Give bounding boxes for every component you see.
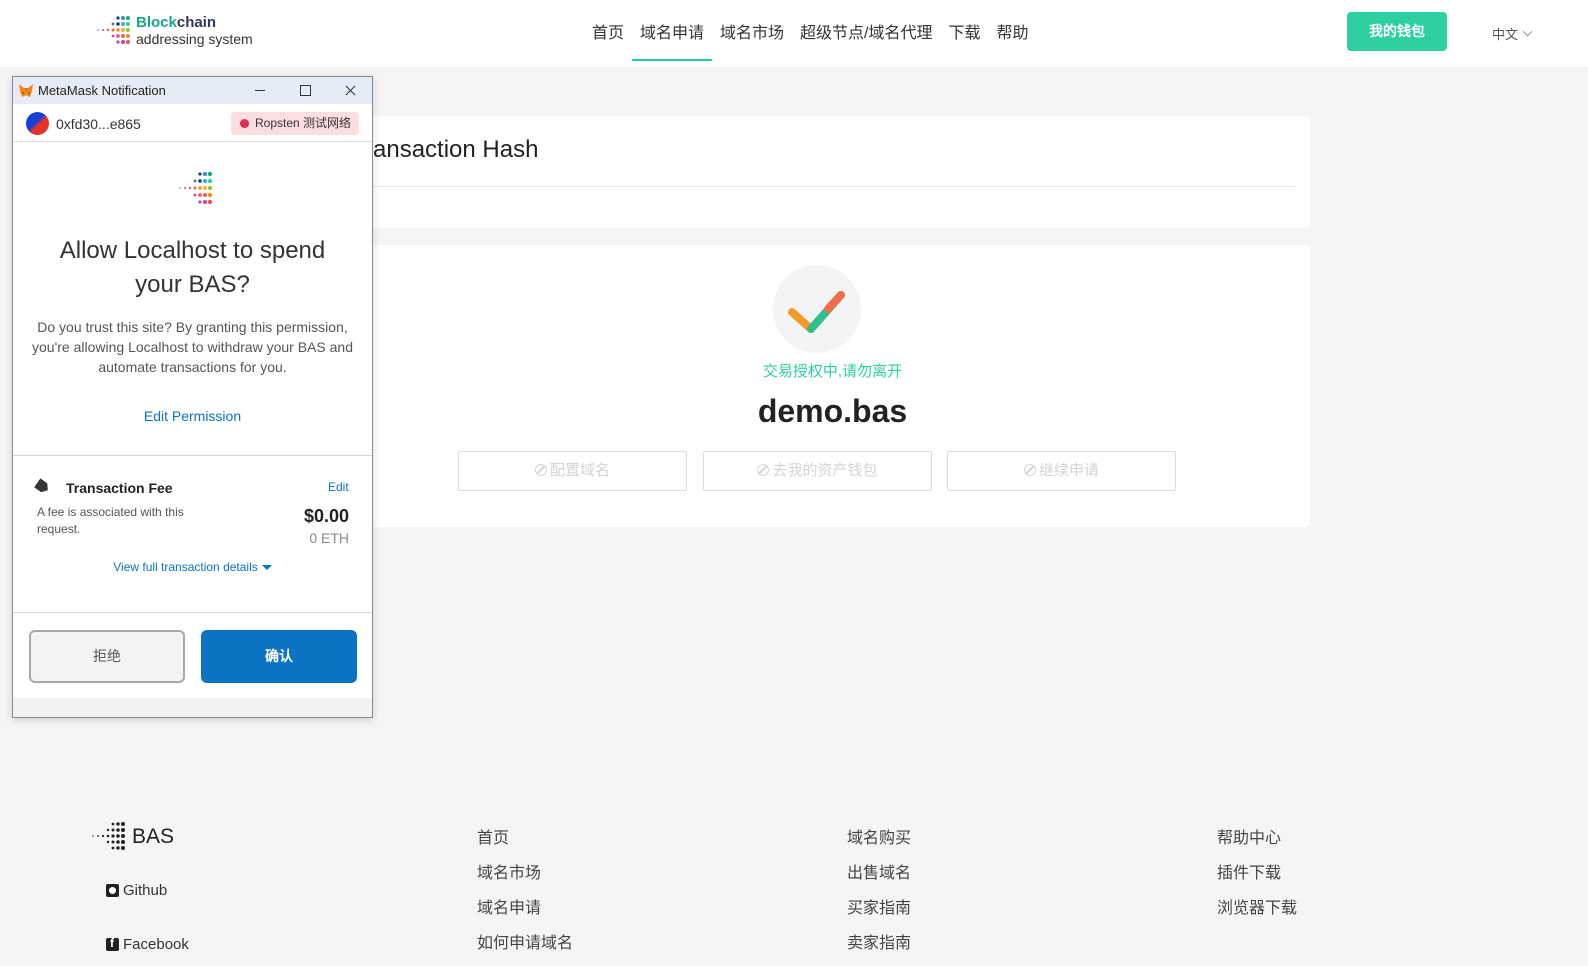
github-label: Github [123, 882, 168, 899]
configure-domain-label: 配置域名 [549, 462, 610, 479]
divider [13, 455, 372, 456]
close-icon[interactable] [327, 77, 372, 104]
continue-apply-button[interactable]: 继续申请 [947, 451, 1176, 491]
footer-link[interactable]: 域名市场 [477, 864, 573, 899]
facebook-link[interactable]: Facebook [106, 936, 189, 953]
disabled-icon [534, 464, 547, 476]
language-label: 中文 [1492, 27, 1519, 42]
my-wallet-button[interactable]: 我的钱包 [1347, 12, 1447, 51]
footer-link[interactable]: 出售域名 [847, 864, 911, 899]
nav-download[interactable]: 下载 [941, 0, 989, 61]
facebook-icon [106, 936, 119, 951]
permission-description: Do you trust this site? By granting this… [32, 319, 353, 375]
footer-column-3: 帮助中心 插件下载 浏览器下载 [1217, 829, 1297, 934]
nav-super-node[interactable]: 超级节点/域名代理 [792, 0, 940, 61]
metamask-fox-icon [19, 83, 33, 97]
footer-link[interactable]: 插件下载 [1217, 864, 1297, 899]
account-address[interactable]: 0xfd30...e865 [56, 116, 141, 132]
footer-brand: BAS [132, 825, 175, 848]
disabled-icon [1023, 464, 1036, 476]
bas-footer-logo-icon [92, 822, 125, 850]
nav-help[interactable]: 帮助 [989, 0, 1037, 61]
view-details-label: View full transaction details [113, 560, 258, 574]
continue-apply-label: 继续申请 [1038, 462, 1099, 479]
main-nav: 首页 域名申请 域名市场 超级节点/域名代理 下载 帮助 [584, 0, 1037, 67]
maximize-icon[interactable] [282, 77, 328, 104]
chevron-down-icon [1522, 26, 1533, 37]
nav-domain-apply[interactable]: 域名申请 [632, 0, 713, 61]
footer-link[interactable]: 域名申请 [477, 899, 573, 934]
fee-edit-link[interactable]: Edit [328, 480, 349, 494]
footer-link[interactable]: 买家指南 [847, 899, 911, 934]
bas-site-icon [179, 171, 213, 205]
bas-logo-icon [97, 16, 130, 44]
go-to-wallet-button[interactable]: 去我的资产钱包 [703, 451, 932, 491]
transaction-hash-card: ransaction Hash [355, 116, 1310, 228]
fee-description: A fee is associated with this request. [37, 505, 184, 536]
network-status-dot-icon [240, 119, 249, 128]
domain-name: demo.bas [757, 393, 908, 429]
github-link[interactable]: Github [106, 882, 167, 899]
nav-home[interactable]: 首页 [584, 0, 632, 61]
footer-column-2: 域名购买 出售域名 买家指南 卖家指南 [847, 829, 911, 966]
footer-link[interactable]: 域名购买 [847, 829, 911, 864]
fee-eth: 0 ETH [309, 530, 349, 546]
footer-logo: BAS [90, 820, 174, 854]
window-title: MetaMask Notification [38, 83, 166, 98]
view-details-link[interactable]: View full transaction details [13, 560, 372, 574]
disabled-icon [757, 464, 770, 476]
reject-button[interactable]: 拒绝 [29, 630, 185, 683]
result-card: 交易授权中,请勿离开 demo.bas 配置域名 去我的资产钱包 继续申请 [355, 245, 1310, 527]
bas-logo[interactable]: Blockchain addressing system [94, 13, 253, 49]
footer-link[interactable]: 卖家指南 [847, 934, 911, 966]
logo-text-block: Block [136, 14, 177, 31]
account-avatar[interactable] [26, 112, 49, 135]
go-to-wallet-label: 去我的资产钱包 [772, 462, 878, 479]
nav-domain-market[interactable]: 域名市场 [712, 0, 792, 61]
logo-text-chain: chain [176, 14, 217, 31]
metamask-notification-window: MetaMask Notification 0xfd30...e865 Rops… [12, 76, 373, 718]
window-bottom-strip [13, 698, 372, 717]
language-selector[interactable]: 中文 [1492, 24, 1533, 43]
permission-heading: Allow Localhost to spend your BAS? [59, 237, 326, 298]
configure-domain-button[interactable]: 配置域名 [458, 451, 687, 491]
minimize-icon[interactable] [237, 77, 283, 104]
footer-link[interactable]: 如何申请域名 [477, 934, 573, 966]
fee-title: Transaction Fee [66, 480, 173, 496]
divider [365, 186, 1295, 187]
account-bar: 0xfd30...e865 Ropsten 测试网络 [13, 104, 372, 142]
facebook-label: Facebook [123, 936, 189, 953]
success-check-icon [773, 265, 861, 353]
network-label: Ropsten 测试网络 [255, 116, 352, 130]
footer-link[interactable]: 浏览器下载 [1217, 899, 1297, 934]
divider [13, 612, 372, 613]
edit-permission-link[interactable]: Edit Permission [13, 408, 372, 424]
window-titlebar[interactable]: MetaMask Notification [13, 77, 372, 104]
confirm-button[interactable]: 确认 [201, 630, 357, 683]
logo-subtitle: addressing system [136, 31, 253, 47]
fee-usd: $0.00 [303, 506, 349, 526]
footer-link[interactable]: 首页 [477, 829, 573, 864]
section-title: ransaction Hash [365, 136, 539, 163]
top-header: Blockchain addressing system 首页 域名申请 域名市… [0, 0, 1588, 67]
network-badge[interactable]: Ropsten 测试网络 [231, 112, 359, 135]
status-message: 交易授权中,请勿离开 [762, 363, 903, 380]
github-icon [106, 884, 119, 897]
footer-column-1: 首页 域名市场 域名申请 如何申请域名 [477, 829, 573, 966]
caret-down-icon [261, 565, 272, 570]
footer-link[interactable]: 帮助中心 [1217, 829, 1297, 864]
tag-icon [34, 478, 51, 494]
